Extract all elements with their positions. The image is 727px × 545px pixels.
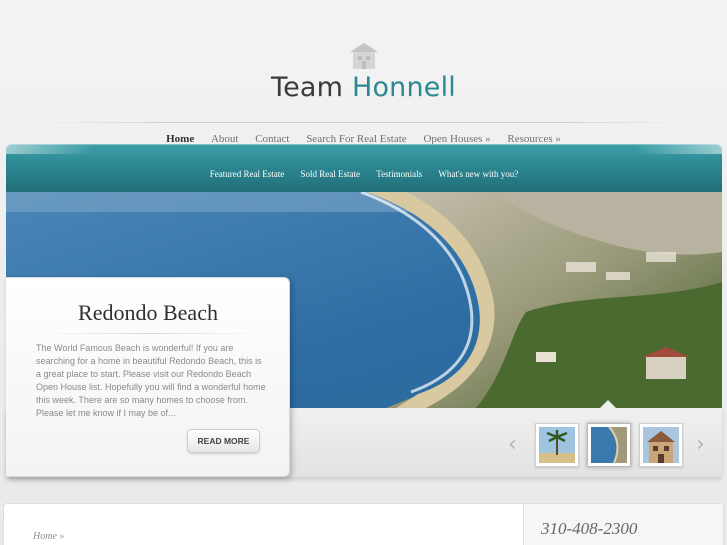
palm-tree-thumbnail[interactable] xyxy=(535,423,579,467)
site-title[interactable]: Team Honnell xyxy=(0,72,727,103)
chevron-left-icon[interactable]: ‹ xyxy=(508,434,517,456)
sub-nav: Featured Real Estate Sold Real Estate Te… xyxy=(6,169,722,179)
active-slide-marker xyxy=(600,400,616,408)
header-divider xyxy=(40,122,687,123)
logo[interactable] xyxy=(0,42,727,70)
feature-title[interactable]: Redondo Beach xyxy=(6,300,290,326)
house-icon xyxy=(349,42,379,70)
sub-nav-bar xyxy=(6,144,722,192)
beach-aerial-thumbnail[interactable] xyxy=(587,423,631,467)
house-thumbnail[interactable] xyxy=(639,423,683,467)
feature-divider xyxy=(38,333,262,334)
sub-nav-item-testimonials[interactable]: Testimonials xyxy=(376,169,422,179)
phone-number: 310-408-2300 xyxy=(541,519,638,538)
read-more-button[interactable]: READ MORE xyxy=(187,429,260,453)
breadcrumb[interactable]: Home » xyxy=(33,531,64,542)
feature-text: The World Famous Beach is wonderful! If … xyxy=(36,343,266,418)
sub-nav-item-sold[interactable]: Sold Real Estate xyxy=(301,169,361,179)
site-title-part1: Team xyxy=(270,72,344,103)
site-title-part2: Honnell xyxy=(351,72,457,103)
sub-nav-item-whats-new[interactable]: What's new with you? xyxy=(438,169,518,179)
sub-nav-item-featured[interactable]: Featured Real Estate xyxy=(210,169,284,179)
chevron-right-icon[interactable]: › xyxy=(696,434,705,456)
